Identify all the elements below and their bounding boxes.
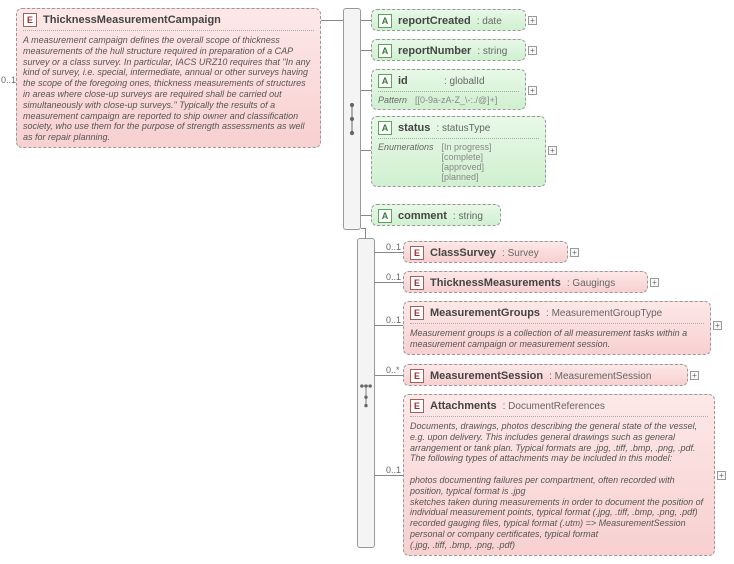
connector-line — [361, 50, 371, 51]
element-type-icon: E — [410, 399, 424, 413]
attr-report-number[interactable]: A reportNumber : string — [371, 39, 526, 61]
element-type: : Gaugings — [567, 278, 615, 289]
cardinality-label: 0..1 — [386, 465, 401, 475]
element-name: ClassSurvey — [430, 247, 496, 259]
connector-line — [375, 252, 403, 253]
element-description: A measurement campaign defines the overa… — [23, 35, 314, 143]
element-type-icon: E — [23, 13, 37, 27]
element-measurement-groups[interactable]: E MeasurementGroups : MeasurementGroupTy… — [403, 301, 711, 355]
attr-report-created[interactable]: A reportCreated : date — [371, 9, 526, 31]
expand-icon[interactable]: + — [570, 248, 579, 257]
attr-type: : string — [453, 211, 483, 222]
expand-icon[interactable]: + — [528, 46, 537, 55]
element-name: MeasurementSession — [430, 370, 543, 382]
attribute-type-icon: A — [378, 209, 392, 223]
attribute-type-icon: A — [378, 121, 392, 135]
attr-name: comment — [398, 210, 447, 222]
element-type: : MeasurementGroupType — [546, 308, 662, 319]
facet-label: Enumerations — [378, 142, 434, 182]
element-name: ThicknessMeasurementCampaign — [43, 14, 221, 26]
element-type-icon: E — [410, 276, 424, 290]
expand-icon[interactable]: + — [717, 471, 726, 480]
element-type-icon: E — [410, 246, 424, 260]
expand-icon[interactable]: + — [690, 371, 699, 380]
expand-icon[interactable]: + — [548, 146, 557, 155]
attr-comment[interactable]: A comment : string — [371, 204, 501, 226]
cardinality-label: 0..1 — [1, 75, 16, 85]
expand-icon[interactable]: + — [713, 321, 722, 330]
connector-line — [375, 375, 403, 376]
attribute-type-icon: A — [378, 44, 392, 58]
element-thickness-measurements[interactable]: E ThicknessMeasurements : Gaugings — [403, 271, 648, 293]
cardinality-label: 0..1 — [386, 242, 401, 252]
connector-line — [361, 150, 371, 151]
sequence-junction — [343, 8, 361, 230]
attr-type: : statusType — [436, 123, 490, 134]
attr-name: reportNumber — [398, 45, 471, 57]
facet-value: [[0-9a-zA-Z_\-:./@]+] — [415, 95, 497, 105]
expand-icon[interactable]: + — [650, 278, 659, 287]
expand-icon[interactable]: + — [528, 16, 537, 25]
element-type-icon: E — [410, 369, 424, 383]
element-type: : Survey — [502, 248, 539, 259]
cardinality-label: 0..1 — [386, 315, 401, 325]
element-attachments[interactable]: E Attachments : DocumentReferences Docum… — [403, 394, 715, 556]
attr-name: reportCreated — [398, 15, 471, 27]
connector-line — [321, 20, 343, 21]
element-measurement-session[interactable]: E MeasurementSession : MeasurementSessio… — [403, 364, 688, 386]
attr-id[interactable]: A id : globalId Pattern [[0-9a-zA-Z_\-:.… — [371, 69, 526, 110]
attr-name: status — [398, 122, 430, 134]
element-thickness-measurement-campaign[interactable]: E ThicknessMeasurementCampaign A measure… — [16, 8, 321, 148]
attribute-type-icon: A — [378, 74, 392, 88]
sequence-junction-children — [357, 238, 375, 548]
element-name: ThicknessMeasurements — [430, 277, 561, 289]
connector-line — [361, 215, 371, 216]
facet-label: Pattern — [378, 95, 407, 105]
attr-type: : date — [477, 16, 502, 27]
connector-line — [375, 282, 403, 283]
element-description: Documents, drawings, photos describing t… — [410, 421, 708, 551]
element-type: : MeasurementSession — [549, 371, 651, 382]
cardinality-label: 0..1 — [386, 272, 401, 282]
element-type-icon: E — [410, 306, 424, 320]
cardinality-label: 0..* — [386, 365, 400, 375]
element-name: MeasurementGroups — [430, 307, 540, 319]
connector-line — [375, 325, 403, 326]
expand-icon[interactable]: + — [528, 86, 537, 95]
attribute-type-icon: A — [378, 14, 392, 28]
connector-line — [361, 20, 371, 21]
connector-line — [375, 475, 403, 476]
element-class-survey[interactable]: E ClassSurvey : Survey — [403, 241, 568, 263]
facet-value: [In progress] [complete] [approved] [pla… — [442, 142, 492, 182]
attr-name: id — [398, 75, 438, 87]
connector-line — [361, 90, 371, 91]
attr-type: : string — [477, 46, 507, 57]
element-type: : DocumentReferences — [503, 401, 605, 412]
attr-status[interactable]: A status : statusType Enumerations [In p… — [371, 116, 546, 187]
attr-type: : globalId — [444, 76, 485, 87]
element-name: Attachments — [430, 400, 497, 412]
element-description: Measurement groups is a collection of al… — [410, 328, 704, 350]
